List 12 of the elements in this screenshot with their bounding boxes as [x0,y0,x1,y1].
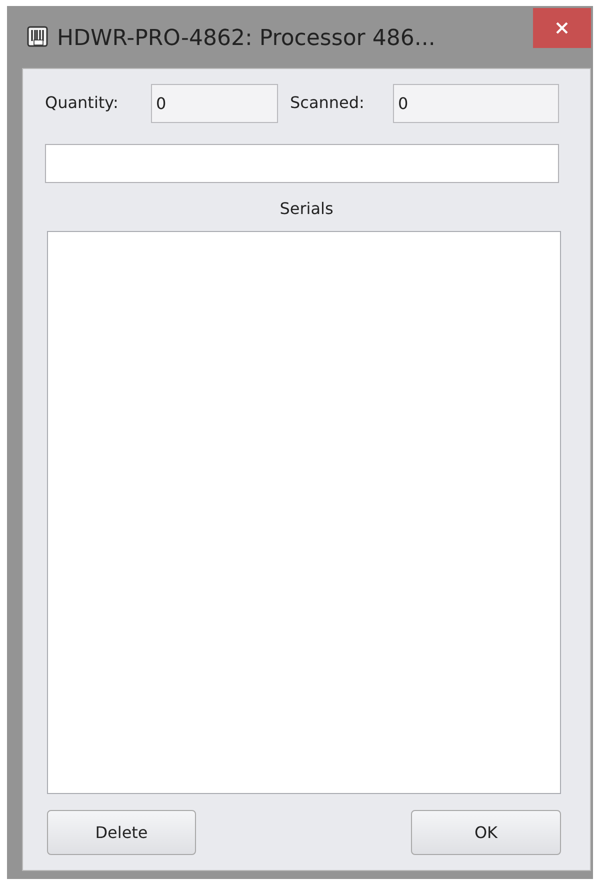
barcode-icon [27,26,49,48]
serial-input-field[interactable] [45,144,559,183]
serials-label: Serials [280,198,334,220]
scanned-label: Scanned: [290,92,366,114]
close-button[interactable] [533,8,591,48]
delete-button[interactable]: Delete [47,810,196,855]
ok-button[interactable]: OK [411,810,561,855]
close-icon [555,21,569,35]
quantity-label: Quantity: [45,92,120,114]
window-title: HDWR-PRO-4862: Processor 486... [57,25,436,53]
scanned-field[interactable]: 0 [393,84,559,122]
quantity-field[interactable]: 0 [151,84,278,122]
